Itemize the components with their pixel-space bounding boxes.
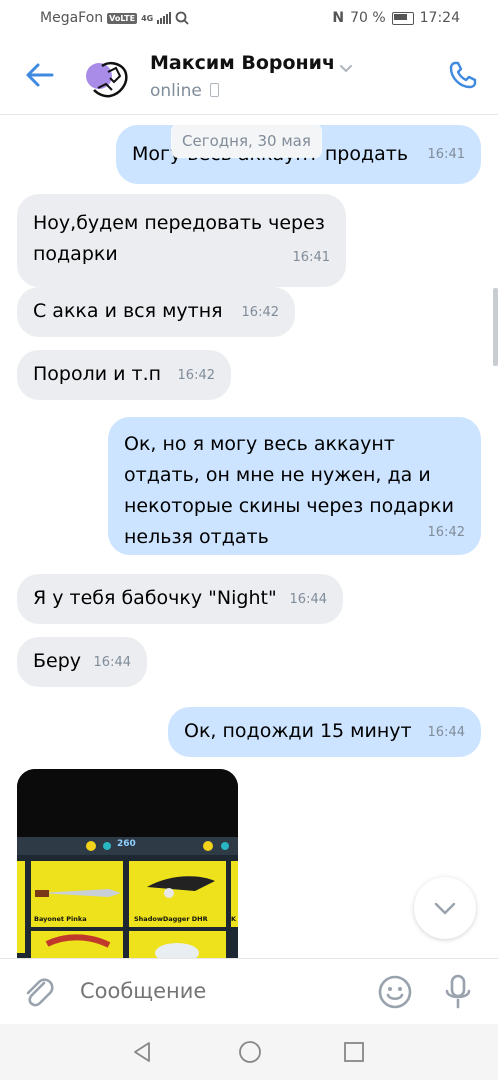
message-text: Ок, но я могу весь аккаунт отдать, он мн… <box>124 433 454 548</box>
message-text: С акка и вся мутня <box>33 300 223 322</box>
avatar[interactable] <box>84 54 132 102</box>
chat-header: Максим Воронич online <box>0 38 498 115</box>
message-text: Ноу,будем передовать через подарки <box>33 212 325 265</box>
message-time: 16:44 <box>93 655 131 670</box>
message-text: Ок, подожди 15 минут <box>184 720 412 742</box>
signal-icon <box>157 12 172 24</box>
status-text: online <box>150 81 202 101</box>
nfc-icon: N <box>332 10 345 26</box>
photo-message[interactable]: 260 Bayonet Pinka ShadowDagger DHR K <box>17 769 238 958</box>
back-arrow-icon[interactable] <box>22 58 56 92</box>
status-bar: MegaFon VoLTE 4G N 70 % 17:24 <box>0 0 498 38</box>
clock: 17:24 <box>419 10 460 26</box>
mobile-icon <box>209 83 219 97</box>
nav-recent-apps-icon[interactable] <box>343 1041 365 1063</box>
volte-badge: VoLTE <box>107 12 138 24</box>
message-text: Беру <box>33 650 82 672</box>
date-separator: Сегодня, 30 мая <box>172 125 321 157</box>
message-bubble-incoming[interactable]: Беру 16:44 <box>17 637 147 687</box>
search-icon <box>175 11 189 25</box>
message-text: Я у тебя бабочку "Night" <box>33 587 277 609</box>
item-label: Bayonet Pinka <box>34 915 87 923</box>
message-bubble-incoming[interactable]: Ноу,будем передовать через подарки 16:41 <box>17 194 346 287</box>
scrollbar[interactable] <box>493 288 498 366</box>
message-time: 16:42 <box>427 525 465 540</box>
network-type: 4G <box>141 13 154 23</box>
message-time: 16:44 <box>289 592 327 607</box>
battery-icon <box>391 11 414 25</box>
phone-icon[interactable] <box>448 60 478 90</box>
message-bubble-incoming[interactable]: Я у тебя бабочку "Night" 16:44 <box>17 574 343 624</box>
nav-back-icon[interactable] <box>130 1040 154 1064</box>
battery-percent: 70 % <box>350 10 386 26</box>
carrier-label: MegaFon <box>40 10 104 26</box>
microphone-icon[interactable] <box>440 972 476 1012</box>
message-composer <box>0 958 498 1025</box>
chevron-down-icon[interactable] <box>338 60 354 76</box>
message-bubble-outgoing[interactable]: Ок, подожди 15 минут 16:44 <box>168 707 481 757</box>
message-input[interactable] <box>80 979 350 1003</box>
paperclip-icon[interactable] <box>20 973 56 1009</box>
message-time: 16:41 <box>427 147 465 162</box>
item-label: ShadowDagger DHR <box>134 915 208 923</box>
contact-status: online <box>150 81 219 101</box>
message-bubble-outgoing[interactable]: Ок, но я могу весь аккаунт отдать, он мн… <box>108 417 481 555</box>
message-time: 16:42 <box>177 368 215 383</box>
nav-home-icon[interactable] <box>238 1040 262 1064</box>
message-bubble-incoming[interactable]: Пороли и т.п 16:42 <box>17 350 231 400</box>
scroll-down-button[interactable] <box>414 877 476 939</box>
message-list[interactable]: Могу весь аккаунт продать 16:41 Сегодня,… <box>0 115 498 958</box>
message-time: 16:42 <box>241 305 279 320</box>
chevron-down-icon <box>434 902 456 915</box>
coin-count: 260 <box>117 839 136 849</box>
system-navigation-bar <box>0 1024 498 1080</box>
item-label: K <box>231 915 237 923</box>
message-time: 16:41 <box>292 250 330 265</box>
message-time: 16:44 <box>427 725 465 740</box>
contact-name[interactable]: Максим Воронич <box>150 52 335 74</box>
message-text: Пороли и т.п <box>33 363 162 385</box>
emoji-icon[interactable] <box>377 974 413 1010</box>
message-bubble-incoming[interactable]: С акка и вся мутня 16:42 <box>17 287 295 337</box>
